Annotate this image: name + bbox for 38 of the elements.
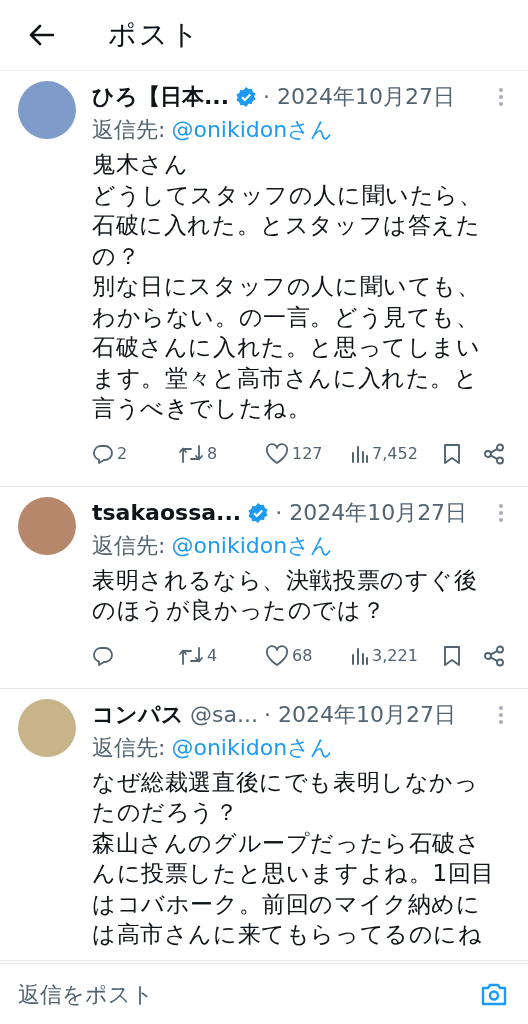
author-name[interactable]: コンパス (92, 699, 184, 730)
reply-icon[interactable] (92, 442, 114, 465)
views-count: 3,221 (372, 646, 418, 665)
share-icon[interactable] (483, 644, 505, 667)
repost-count: 4 (207, 646, 218, 665)
post-text: なぜ総裁選直後にでも表明しなかっ たのだろう？ 森山さんのグループだったら石破さ んに投票したと思いますよね。1回目 はコバホーク。前回のマイク納めに は高市さんに来てもらってるのにね (92, 767, 496, 949)
post-date: · 2024年10月27日 (263, 700, 456, 729)
bookmark-icon[interactable] (443, 644, 461, 667)
heart-icon[interactable] (265, 442, 289, 465)
author-handle[interactable]: @sa... (190, 702, 258, 727)
views-count: 7,452 (372, 444, 418, 463)
repost-icon[interactable] (178, 644, 204, 667)
post-text: 表明されるなら、決戦投票のすぐ後 のほうが良かったのでは？ (92, 565, 479, 625)
bar-chart-icon[interactable] (351, 443, 369, 464)
reply-icon[interactable] (92, 644, 114, 667)
share-icon[interactable] (483, 442, 505, 465)
reply-to-label: 返信先: (92, 531, 166, 560)
reply-input-field[interactable]: 返信をポスト (16, 980, 480, 1008)
author-name[interactable]: ひろ【日本... (92, 82, 230, 112)
author-name[interactable]: tsakaossa... (92, 500, 242, 525)
page-title: ポスト (108, 17, 201, 53)
camera-icon[interactable] (480, 981, 508, 1007)
reply-to-label: 返信先: (92, 116, 166, 144)
avatar-photo-placeholder[interactable] (18, 81, 76, 139)
bar-chart-icon[interactable] (351, 645, 369, 666)
reply-to-label: 返信先: (92, 733, 166, 762)
bookmark-icon[interactable] (443, 442, 461, 465)
repost-count: 8 (207, 444, 218, 463)
repost-icon[interactable] (178, 442, 204, 465)
heart-icon[interactable] (265, 644, 289, 667)
avatar-photo-placeholder[interactable] (18, 496, 76, 555)
reply-count: 2 (117, 444, 128, 463)
like-count: 127 (292, 444, 323, 463)
post-date: · 2024年10月27日 (263, 83, 456, 111)
like-count: 68 (292, 646, 313, 665)
back-arrow-icon[interactable] (28, 24, 54, 46)
post-text: 鬼木さん どうしてスタッフの人に聞いたら、 石破に入れた。とスタッフは答えた の？ 別な日にスタッフの人に聞いても、 わからない。の一言。どう見ても、 石破さんに入れた。と思ってしまい ます。堂々と高市さんに入れた。と 言うべきでしたね。 (92, 150, 484, 423)
post-date: · 2024年10月27日 (275, 498, 468, 527)
